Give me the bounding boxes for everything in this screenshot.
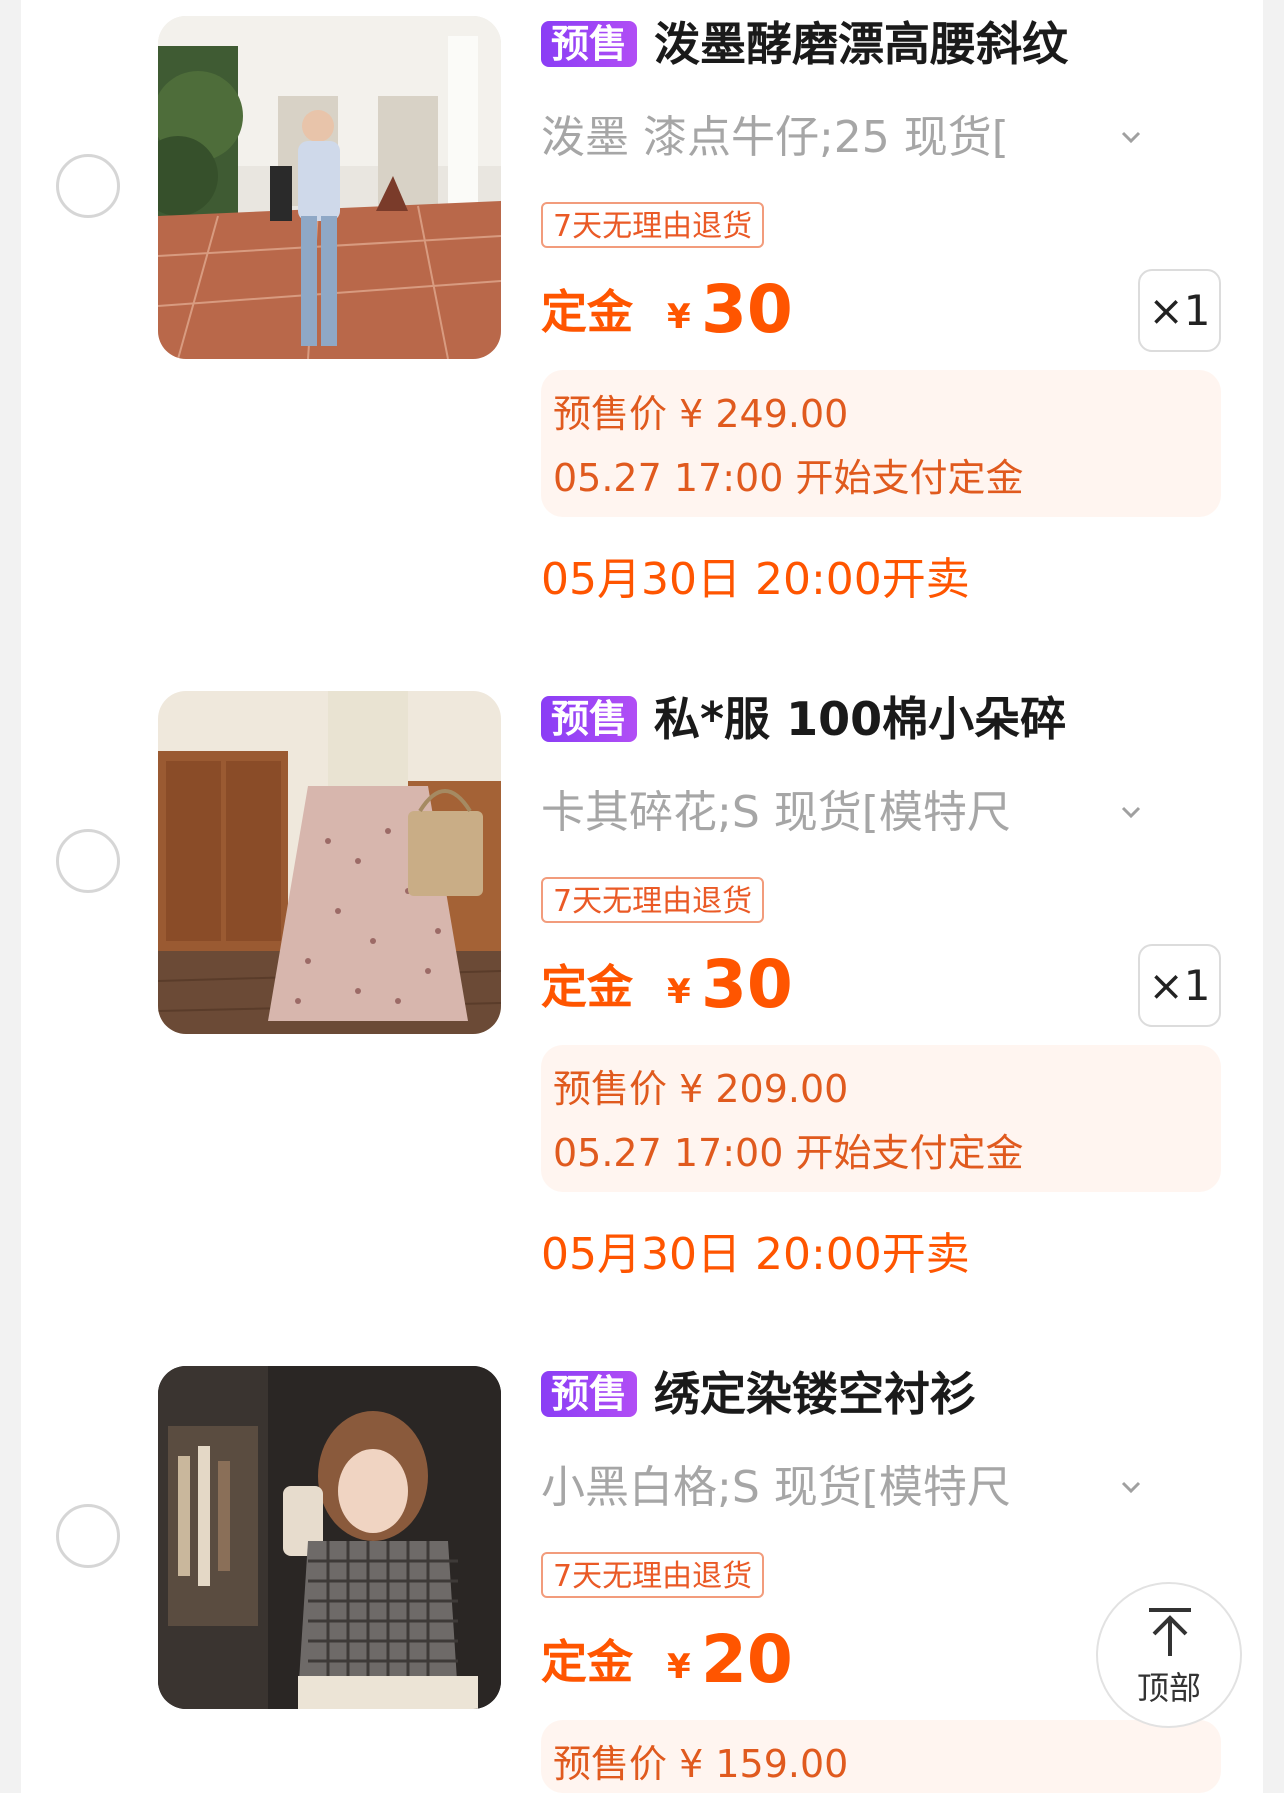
presale-badge: 预售	[541, 696, 638, 742]
return-policy-tag: 7天无理由退货	[541, 877, 765, 923]
deposit-label: 定金	[541, 285, 633, 339]
product-title[interactable]: 绣定染镂空衬衫	[654, 1366, 976, 1422]
quantity-button[interactable]: ×1	[1138, 944, 1221, 1027]
product-image[interactable]	[158, 1366, 501, 1709]
deposit-label: 定金	[541, 1635, 633, 1689]
select-radio[interactable]	[56, 154, 120, 218]
chevron-down-icon[interactable]	[1118, 1468, 1148, 1508]
currency-symbol: ¥	[667, 972, 691, 1012]
back-to-top-label: 顶部	[1136, 1669, 1201, 1707]
sale-start-time: 05月30日 20:00开卖	[541, 554, 970, 605]
sku-selector[interactable]: 卡其碎花;S 现货[模特尺	[541, 785, 1051, 841]
product-image[interactable]	[158, 691, 501, 1034]
chevron-down-icon[interactable]	[1118, 793, 1148, 833]
sku-selector[interactable]: 小黑白格;S 现货[模特尺	[541, 1460, 1051, 1516]
presale-badge: 预售	[541, 21, 638, 67]
sale-start-time: 05月30日 20:00开卖	[541, 1229, 970, 1280]
select-radio[interactable]	[56, 1504, 120, 1568]
product-title[interactable]: 泼墨酵磨漂高腰斜纹	[654, 16, 1068, 72]
back-to-top-button[interactable]: 顶部	[1096, 1582, 1242, 1728]
presale-price: 预售价 ¥ 159.00	[553, 1742, 849, 1786]
product-photo-floral-skirt	[158, 691, 501, 1034]
return-policy-tag: 7天无理由退货	[541, 202, 765, 248]
arrow-up-to-top-icon	[1143, 1606, 1197, 1660]
cart-item: 预售 绣定染镂空衬衫 小黑白格;S 现货[模特尺 7天无理由退货 定金 ¥ 20…	[21, 1350, 1263, 1793]
presale-price: 预售价 ¥ 249.00	[553, 392, 849, 436]
select-radio[interactable]	[56, 829, 120, 893]
currency-symbol: ¥	[667, 1647, 691, 1687]
deposit-amount: 20	[701, 1621, 793, 1698]
presale-info-box: 预售价 ¥ 159.00	[541, 1720, 1221, 1793]
chevron-down-icon[interactable]	[1118, 118, 1148, 158]
deposit-pay-time: 05.27 17:00 开始支付定金	[553, 1131, 1024, 1175]
deposit-label: 定金	[541, 960, 633, 1014]
deposit-pay-time: 05.27 17:00 开始支付定金	[553, 456, 1024, 500]
sku-selector[interactable]: 泼墨 漆点牛仔;25 现货[	[541, 110, 1051, 166]
product-photo-gingham-shirt	[158, 1366, 501, 1709]
product-photo-jeans	[158, 16, 501, 359]
deposit-amount: 30	[701, 271, 793, 348]
presale-info-box: 预售价 ¥ 209.00 05.27 17:00 开始支付定金	[541, 1045, 1221, 1192]
product-title[interactable]: 私*服 100棉小朵碎	[654, 691, 1066, 747]
product-image[interactable]	[158, 16, 501, 359]
currency-symbol: ¥	[667, 297, 691, 337]
deposit-amount: 30	[701, 946, 793, 1023]
quantity-button[interactable]: ×1	[1138, 269, 1221, 352]
cart-item: 预售 私*服 100棉小朵碎 卡其碎花;S 现货[模特尺 7天无理由退货 定金 …	[21, 675, 1263, 1350]
presale-price: 预售价 ¥ 209.00	[553, 1067, 849, 1111]
presale-info-box: 预售价 ¥ 249.00 05.27 17:00 开始支付定金	[541, 370, 1221, 517]
presale-badge: 预售	[541, 1371, 638, 1417]
cart-list: 预售 泼墨酵磨漂高腰斜纹 泼墨 漆点牛仔;25 现货[ 7天无理由退货 定金 ¥…	[21, 0, 1263, 1793]
cart-item: 预售 泼墨酵磨漂高腰斜纹 泼墨 漆点牛仔;25 现货[ 7天无理由退货 定金 ¥…	[21, 0, 1263, 675]
return-policy-tag: 7天无理由退货	[541, 1552, 765, 1598]
